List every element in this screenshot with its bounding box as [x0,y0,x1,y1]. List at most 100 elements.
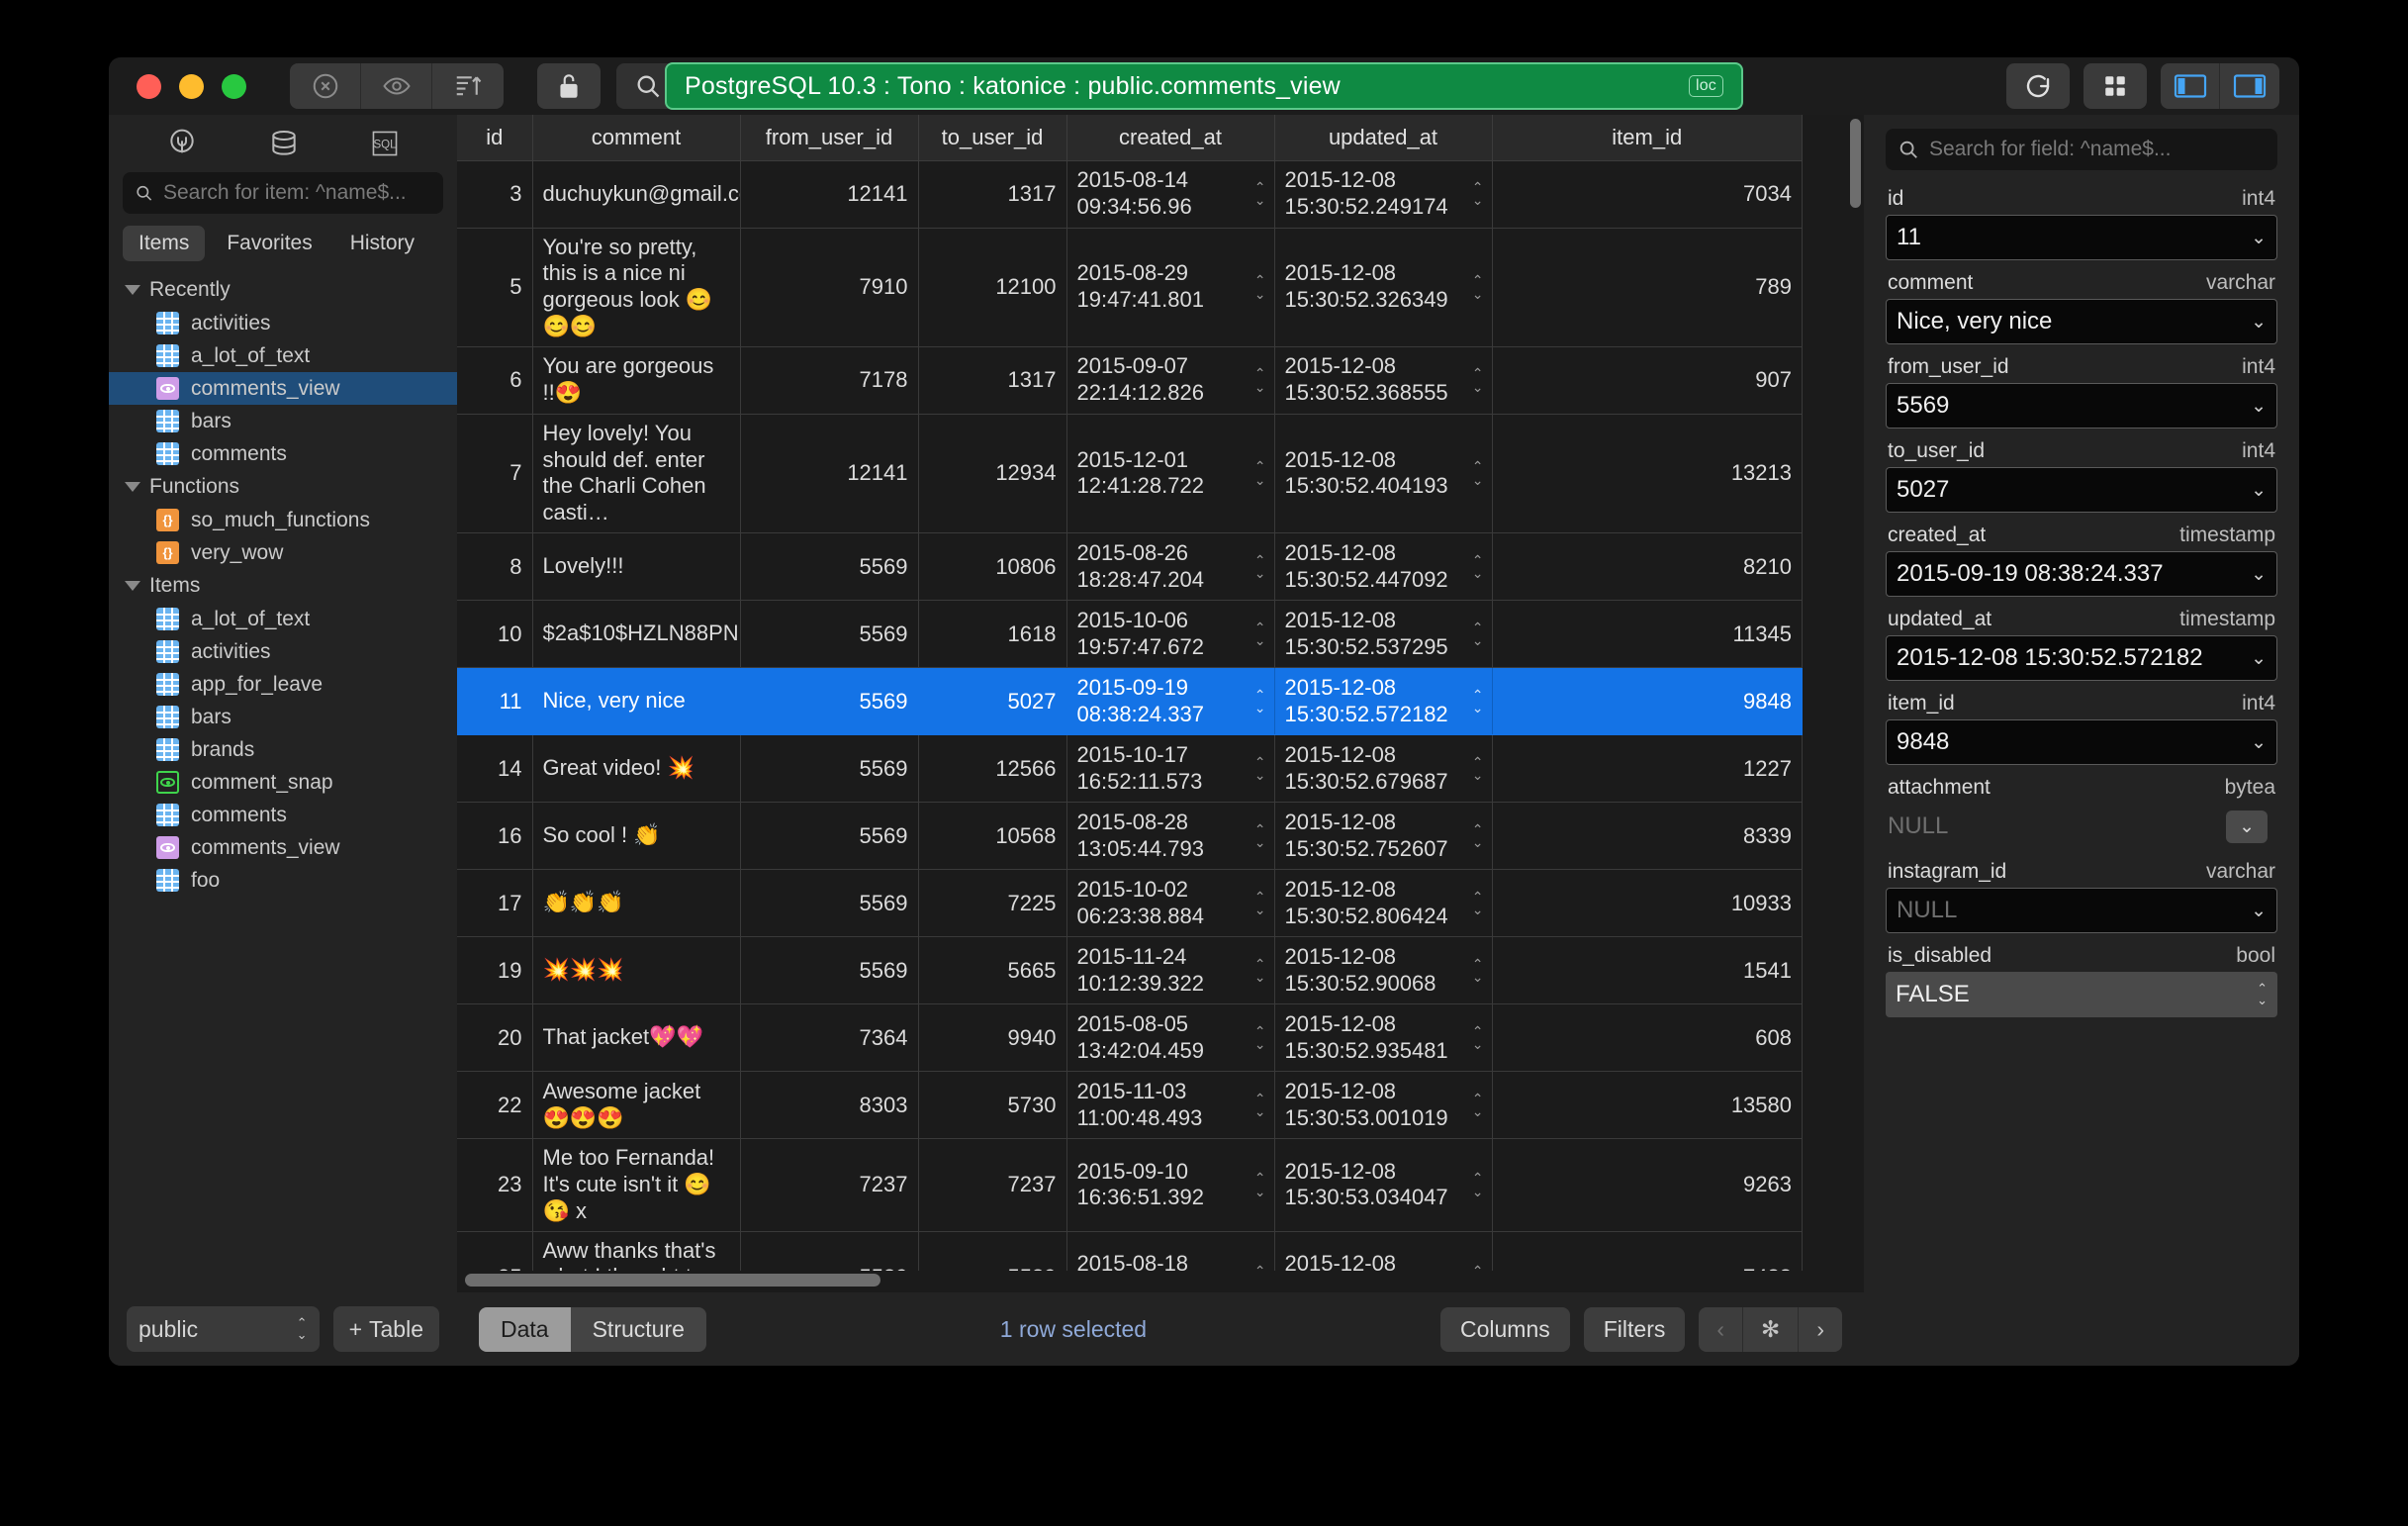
timestamp-stepper-icon[interactable]: ⌃⌄ [1472,552,1484,580]
grid-cell-comment[interactable]: Great video! 💥 [532,734,741,804]
table-row[interactable]: 22 Awesome jacket 😍😍😍 8303 5730 2015-11-03 1… [457,1071,1803,1140]
table-row[interactable]: 3duchuykun@gmail.com1214113172015-08-14 … [457,160,1803,229]
inspector-field-created_at[interactable]: 2015-09-19 08:38:24.337 ⌄ [1886,551,2277,597]
grid-cell-to_user_id[interactable]: 7225 [918,869,1067,938]
timestamp-stepper-icon[interactable]: ⌃⌄ [1472,1171,1484,1198]
sidebar-search-input[interactable] [163,181,431,205]
timestamp-stepper-icon[interactable]: ⌃⌄ [1254,956,1266,984]
table-row[interactable]: 14 Great video! 💥 5569 12566 2015-10-17 16:5… [457,734,1803,804]
grid-cell-created_at[interactable]: 2015-09-19 08:38:24.337 ⌃ ⌄ [1066,667,1275,736]
sidebar-item-app_for_leave[interactable]: app_for_leave [109,668,457,701]
grid-cell-from_user_id[interactable]: 5569 [740,869,919,938]
columns-button[interactable]: Columns [1439,1306,1570,1352]
grid-cell-created_at[interactable]: 2015-08-18 23:28:23.379⌃⌄ [1066,1231,1275,1271]
inspector-field-comment[interactable]: Nice, very nice ⌄ [1886,299,2277,344]
inspector-field-is_disabled[interactable]: FALSE ⌃ ⌄ [1886,972,2277,1017]
grid-cell-comment[interactable]: You are gorgeous !!😍 [532,346,741,415]
grid-column-header-created_at[interactable]: created_at [1066,115,1275,161]
schema-select[interactable]: public ⌃ ⌄ [127,1306,320,1352]
grid-cell-comment[interactable]: Hey lovely! You should def. enter the Ch… [532,414,741,534]
grid-cell-to_user_id[interactable]: 1317 [918,160,1067,229]
timestamp-stepper-icon[interactable]: ⌃⌄ [1254,889,1266,916]
grid-cell-to_user_id[interactable]: 12100 [918,228,1067,347]
inspector-search-input[interactable] [1929,138,2266,161]
grid-cell-item_id[interactable]: 1227 [1492,734,1803,804]
table-row[interactable]: 25Aww thanks that's what I thought to lo… [457,1231,1803,1271]
grid-cell-updated_at[interactable]: 2015-12-08 15:30:52.537295 ⌃ ⌄ [1274,600,1493,669]
inspector-field-id[interactable]: 11 ⌄ [1886,215,2277,260]
grid-cell-comment[interactable]: That jacket💖💖 [532,1003,741,1073]
grid-cell-item_id[interactable]: 7483 [1492,1231,1803,1271]
grid-cell-from_user_id[interactable]: 5589 [740,1231,919,1271]
grid-cell-created_at[interactable]: 2015-08-29 19:47:41.801 ⌃ ⌄ [1066,228,1275,347]
disclosure-triangle-icon[interactable] [125,581,140,591]
grid-cell-created_at[interactable]: 2015-11-03 11:00:48.493 ⌃ ⌄ [1066,1071,1275,1140]
grid-cell-created_at[interactable]: 2015-08-28 13:05:44.793 ⌃ ⌄ [1066,802,1275,871]
timestamp-stepper-icon[interactable]: ⌃⌄ [1472,754,1484,782]
object-tree[interactable]: Recently activities a_lot_of_text comments_… [109,267,457,1292]
grid-cell-id[interactable]: 23 [457,1138,533,1232]
grid-cell-id[interactable]: 3 [457,160,533,229]
table-row[interactable]: 11 Nice, very nice 5569 5027 2015-09-19 08:3… [457,667,1803,736]
table-row[interactable]: 7 Hey lovely! You should def. enter the C… [457,414,1803,534]
grid-cell-updated_at[interactable]: 2015-12-08 15:30:52.447092 ⌃ ⌄ [1274,532,1493,602]
grid-cell-created_at[interactable]: 2015-08-26 18:28:47.204 ⌃ ⌄ [1066,532,1275,602]
previous-page-button[interactable]: ‹ [1699,1306,1744,1352]
timestamp-stepper-icon[interactable]: ⌃⌄ [1254,1023,1266,1051]
gear-icon[interactable]: ✻ [1743,1306,1800,1352]
sidebar-item-bars[interactable]: bars [109,701,457,733]
grid-cell-id[interactable]: 22 [457,1071,533,1140]
sidebar-item-activities[interactable]: activities [109,635,457,668]
grid-cell-comment[interactable]: Lovely!!! [532,532,741,602]
timestamp-stepper-icon[interactable]: ⌃⌄ [1472,956,1484,984]
tree-group-recently[interactable]: Recently [109,273,457,307]
grid-cell-item_id[interactable]: 7034 [1492,160,1803,229]
grid-cell-item_id[interactable]: 10933 [1492,869,1803,938]
sidebar-tab-items[interactable]: Items [123,226,206,261]
grid-cell-item_id[interactable]: 608 [1492,1003,1803,1073]
disclosure-triangle-icon[interactable] [125,482,140,492]
grid-cell-updated_at[interactable]: 2015-12-08 15:30:52.935481 ⌃ ⌄ [1274,1003,1493,1073]
timestamp-stepper-icon[interactable]: ⌃⌄ [1254,366,1266,394]
grid-cell-updated_at[interactable]: 2015-12-08 15:30:52.752607 ⌃ ⌄ [1274,802,1493,871]
grid-cell-to_user_id[interactable]: 5589 [918,1231,1067,1271]
inspector-field-instagram_id[interactable]: NULL ⌄ [1886,888,2277,933]
grid-cell-to_user_id[interactable]: 5730 [918,1071,1067,1140]
grid-cell-to_user_id[interactable]: 5027 [918,667,1067,736]
grid-cell-id[interactable]: 19 [457,936,533,1005]
grid-cell-item_id[interactable]: 9848 [1492,667,1803,736]
grid-cell-updated_at[interactable]: 2015-12-08 15:30:52.90068 ⌃ ⌄ [1274,936,1493,1005]
grid-cell-item_id[interactable]: 789 [1492,228,1803,347]
data-grid-scroll[interactable]: id comment from_user_id to_user_id created_a… [457,115,1864,1271]
grid-cell-item_id[interactable]: 13213 [1492,414,1803,534]
grid-cell-from_user_id[interactable]: 5569 [740,667,919,736]
grid-cell-to_user_id[interactable]: 10806 [918,532,1067,602]
chevron-down-icon[interactable]: ⌄ [2226,810,2268,843]
grid-cell-id[interactable]: 8 [457,532,533,602]
inspector-field-attachment[interactable]: NULL ⌄ [1886,804,2277,849]
lock-icon[interactable] [537,63,601,109]
minimize-window-button[interactable] [179,73,204,99]
grid-cell-item_id[interactable]: 907 [1492,346,1803,415]
grid-cell-to_user_id[interactable]: 7237 [918,1138,1067,1232]
grid-cell-comment[interactable]: $2a$10$HZLN88PNuWWi4ZuS91Ib8dR98Ijt0kblv… [532,600,741,669]
chevron-down-icon[interactable]: ⌄ [2245,311,2267,334]
close-window-button[interactable] [137,73,161,99]
sidebar-item-foo[interactable]: foo [109,864,457,897]
grid-column-header-id[interactable]: id [457,115,533,161]
grid-column-header-comment[interactable]: comment [532,115,741,161]
sidebar-item-so_much_functions[interactable]: {} so_much_functions [109,504,457,536]
table-row[interactable]: 16 So cool ! 👏 5569 10568 2015-08-28 13:05:4… [457,802,1803,871]
grid-cell-to_user_id[interactable]: 1317 [918,346,1067,415]
refresh-icon[interactable] [2006,63,2070,109]
timestamp-stepper-icon[interactable]: ⌃⌄ [1472,620,1484,647]
grid-cell-updated_at[interactable]: 2015-12-08 15:30:52.368555 ⌃ ⌄ [1274,346,1493,415]
timestamp-stepper-icon[interactable]: ⌃⌄ [1472,180,1484,208]
sidebar-tab-favorites[interactable]: Favorites [211,226,327,261]
timestamp-stepper-icon[interactable]: ⌃⌄ [1472,459,1484,487]
cancel-icon[interactable] [290,63,361,109]
chevron-down-icon[interactable]: ⌄ [2245,479,2267,502]
grid-cell-item_id[interactable]: 1541 [1492,936,1803,1005]
table-row[interactable]: 10$2a$10$HZLN88PNuWWi4ZuS91Ib8dR98Ijt0kb… [457,600,1803,669]
grid-column-header-updated_at[interactable]: updated_at [1274,115,1493,161]
